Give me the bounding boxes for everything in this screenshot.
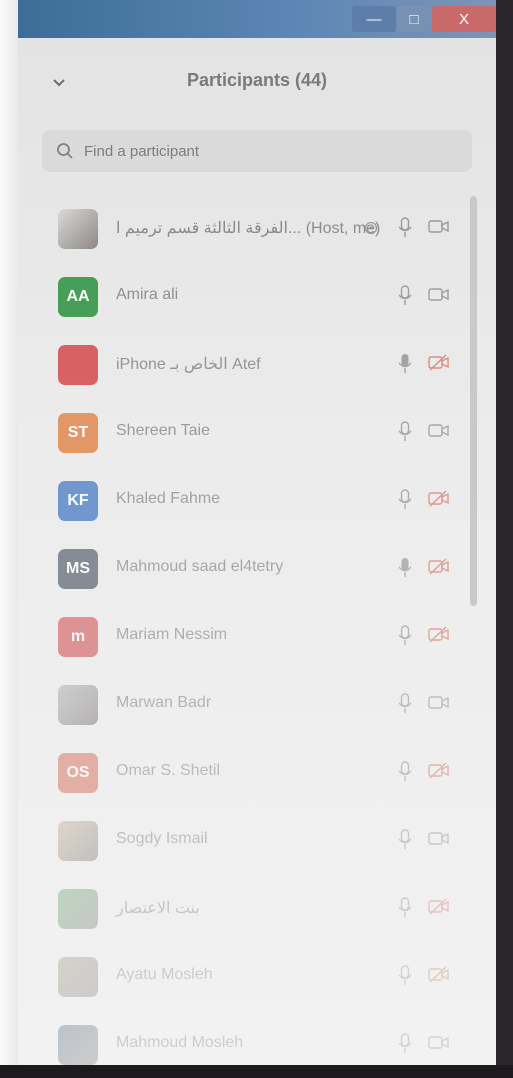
participant-name-text: Omar S. Shetil [116, 762, 221, 779]
participant-name: Marwan Badr [116, 694, 211, 712]
participant-name-text: Sogdy Ismail [116, 830, 208, 847]
avatar [58, 345, 98, 385]
maximize-button[interactable]: □ [397, 6, 431, 32]
participant-name-text: iPhone الخاص بـ Atef [116, 356, 261, 373]
participant-row[interactable]: OS Omar S. Shetil [18, 740, 466, 806]
window-titlebar: — □ X [18, 0, 496, 38]
participant-name-text: Amira ali [116, 286, 179, 303]
avatar [58, 1025, 98, 1065]
participant-name: Shereen Taie [116, 422, 210, 440]
participant-name: Omar S. Shetil [116, 762, 220, 780]
participant-name: Mahmoud Mosleh [116, 1034, 243, 1052]
participant-name-text: Marwan Badr [116, 694, 212, 711]
avatar [58, 889, 98, 929]
participant-row[interactable]: Sogdy Ismail [18, 808, 466, 874]
mic-icon[interactable] [398, 965, 412, 992]
participant-name-text: Khaled Fahme [116, 490, 221, 507]
search-bar[interactable] [42, 130, 472, 172]
mic-icon[interactable] [398, 1033, 412, 1060]
participant-row[interactable]: m Mariam Nessim [18, 604, 466, 670]
participant-name: الفرقة الثالثة قسم ترميم ا... (Host, me) [116, 218, 380, 238]
mic-icon[interactable] [398, 489, 412, 516]
mic-muted-icon[interactable] [398, 557, 412, 584]
avatar [58, 685, 98, 725]
participant-row[interactable]: بنت الاعتصار [18, 876, 466, 942]
participant-name-text: Ayatu Mosleh [116, 966, 213, 983]
participant-row[interactable]: AA Amira ali [18, 264, 466, 330]
video-off-icon[interactable] [428, 898, 450, 921]
avatar [58, 209, 98, 249]
video-off-icon[interactable] [428, 966, 450, 989]
mic-icon[interactable] [398, 625, 412, 652]
video-off-icon[interactable] [428, 762, 450, 785]
video-off-icon[interactable] [428, 490, 450, 513]
participant-row[interactable]: ST Shereen Taie [18, 400, 466, 466]
panel-title: Participants (44) [186, 70, 328, 90]
participant-name-text: بنت الاعتصار [116, 900, 200, 917]
participant-row[interactable]: Mahmoud Mosleh [18, 1012, 466, 1078]
mic-icon[interactable] [398, 829, 412, 856]
avatar [58, 957, 98, 997]
avatar: MS [58, 549, 98, 589]
video-off-icon[interactable] [428, 1034, 450, 1057]
close-button[interactable]: X [432, 6, 496, 32]
participant-row[interactable]: iPhone الخاص بـ Atef [18, 332, 466, 398]
video-off-icon[interactable] [428, 354, 450, 377]
mic-icon[interactable] [398, 285, 412, 312]
video-off-icon[interactable] [428, 218, 450, 241]
participant-name-text: Mahmoud saad el4tetry [116, 558, 284, 575]
video-off-icon[interactable] [428, 830, 450, 853]
participant-name-text: Mahmoud Mosleh [116, 1034, 244, 1051]
photo-edge-left [0, 0, 18, 1065]
participant-row[interactable]: Ayatu Mosleh [18, 944, 466, 1010]
participant-name-text: الفرقة الثالثة قسم ترميم ا... [116, 220, 302, 237]
mic-icon[interactable] [398, 217, 412, 244]
participant-row[interactable]: الفرقة الثالثة قسم ترميم ا... (Host, me) [18, 196, 466, 262]
participant-name: Ayatu Mosleh [116, 966, 213, 984]
search-input[interactable] [82, 141, 446, 161]
mic-icon[interactable] [398, 421, 412, 448]
video-off-icon[interactable] [428, 286, 450, 309]
participant-name: Khaled Fahme [116, 490, 220, 508]
participant-name-text: Mariam Nessim [116, 626, 228, 643]
video-off-icon[interactable] [428, 694, 450, 717]
participant-name-text: Shereen Taie [116, 422, 210, 439]
avatar: KF [58, 481, 98, 521]
participant-name: iPhone الخاص بـ Atef [116, 354, 261, 374]
participant-name: بنت الاعتصار [116, 898, 200, 918]
participant-name: Amira ali [116, 286, 178, 304]
participant-name: Sogdy Ismail [116, 830, 208, 848]
participant-name: Mariam Nessim [116, 626, 227, 644]
avatar: m [58, 617, 98, 657]
participant-row[interactable]: MS Mahmoud saad el4tetry [18, 536, 466, 602]
mic-icon[interactable] [398, 693, 412, 720]
scrollbar[interactable] [470, 196, 477, 606]
avatar [58, 821, 98, 861]
search-icon [57, 143, 73, 159]
minimize-button[interactable]: — [352, 6, 396, 32]
video-off-icon[interactable] [428, 422, 450, 445]
mic-icon[interactable] [398, 761, 412, 788]
video-off-icon[interactable] [428, 558, 450, 581]
host-label: (Host, me) [301, 220, 381, 237]
mic-icon[interactable] [398, 897, 412, 924]
participant-name: Mahmoud saad el4tetry [116, 558, 283, 576]
participant-row[interactable]: Marwan Badr [18, 672, 466, 738]
mic-muted-icon[interactable] [398, 353, 412, 380]
avatar: ST [58, 413, 98, 453]
video-off-icon[interactable] [428, 626, 450, 649]
participants-panel: Participants (44) الفرقة الثالثة قسم ترم… [18, 38, 496, 1065]
avatar: AA [58, 277, 98, 317]
avatar: OS [58, 753, 98, 793]
photo-edge-right [496, 0, 513, 1065]
participant-row[interactable]: KF Khaled Fahme [18, 468, 466, 534]
